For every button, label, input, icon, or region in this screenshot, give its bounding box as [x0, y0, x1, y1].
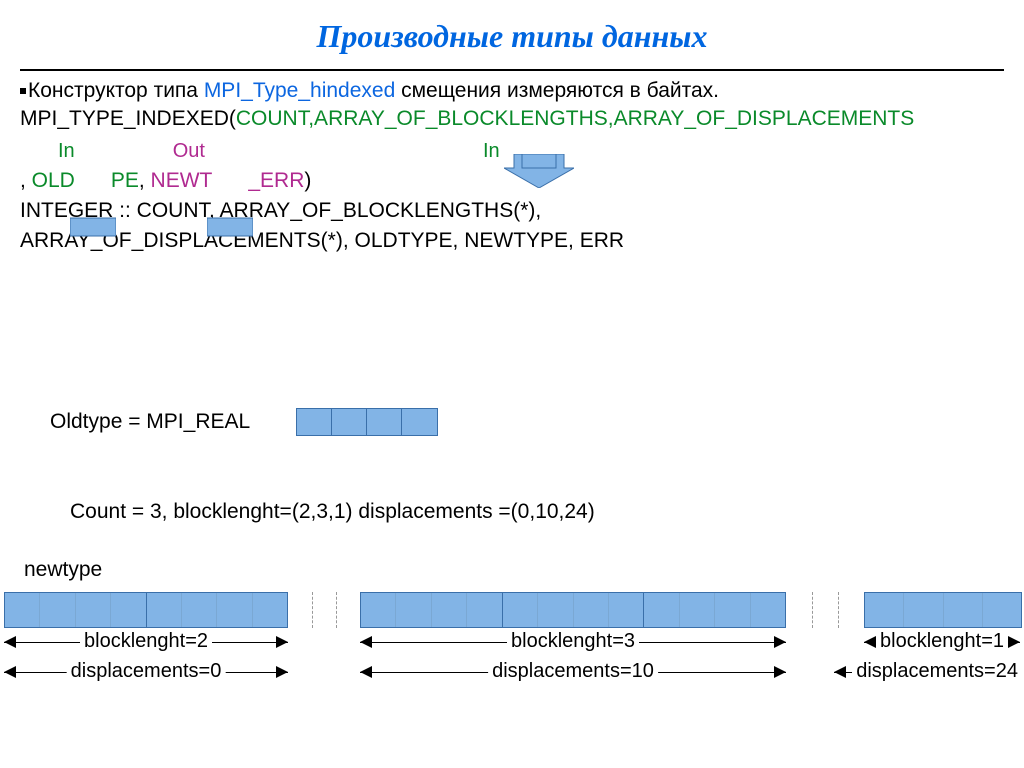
dim-label: blocklenght=3	[507, 630, 639, 653]
text: смещения измеряются в байтах.	[395, 79, 719, 102]
arg-oldtype-b: PE	[111, 169, 139, 192]
dim-label: displacements=10	[488, 660, 658, 683]
dim-bl1: blocklenght=3	[360, 632, 786, 654]
line-3: INTEGER :: COUNT, ARRAY_OF_BLOCKLENGTHS(…	[20, 197, 1004, 225]
arg-oldtype-a: OLD	[32, 169, 75, 192]
line-4: ARRAY_OF_DISPLACEMENTS(*), OLDTYPE, NEWT…	[20, 227, 1004, 255]
newtype-strip	[4, 592, 1020, 628]
args: COUNT,ARRAY_OF_BLOCKLENGTHS,ARRAY_OF_DIS…	[236, 107, 914, 130]
arrow-marker-icon	[207, 216, 253, 244]
line-1: Конструктор типа MPI_Type_hindexed смеще…	[20, 77, 1004, 105]
dim-label: displacements=24	[852, 660, 1022, 683]
dim-d0: displacements=0	[4, 662, 288, 684]
annot-in: In	[58, 138, 75, 165]
block-1	[360, 592, 786, 628]
dim-d1: displacements=10	[360, 662, 786, 684]
dim-label: blocklenght=1	[876, 630, 1008, 653]
oldtype-cells	[296, 408, 438, 436]
dim-label: displacements=0	[67, 660, 226, 683]
arrow-down-icon	[504, 154, 574, 194]
dashed-sep-icon	[312, 592, 313, 628]
block-0	[4, 592, 288, 628]
dim-bl2: blocklenght=1	[864, 632, 1020, 654]
text: ,	[20, 169, 32, 192]
block-2	[864, 592, 1022, 628]
signature-line: MPI_TYPE_INDEXED(COUNT,ARRAY_OF_BLOCKLEN…	[20, 105, 1004, 133]
mpi-func-name: MPI_Type_hindexed	[204, 79, 395, 102]
page-title: Производные типы данных	[0, 0, 1024, 55]
params-label: Count = 3, blocklenght=(2,3,1) displacem…	[70, 500, 595, 524]
annot-in2: In	[483, 138, 500, 165]
dashed-sep-icon	[812, 592, 813, 628]
text: Конструктор типа	[28, 79, 204, 102]
dim-d2: displacements=24	[834, 662, 1022, 684]
dashed-sep-icon	[838, 592, 839, 628]
arg-newtype-a: NEWT	[151, 169, 213, 192]
text: MPI_TYPE_INDEXED(	[20, 107, 236, 130]
oldtype-label: Oldtype = MPI_REAL	[50, 410, 250, 434]
annot-out: Out	[173, 138, 205, 165]
bullet-icon	[20, 88, 26, 94]
dim-bl0: blocklenght=2	[4, 632, 288, 654]
dim-label: blocklenght=2	[80, 630, 212, 653]
text: ,	[139, 169, 151, 192]
arg-newtype-b: _ERR	[248, 169, 304, 192]
newtype-label: newtype	[24, 558, 102, 582]
dashed-sep-icon	[336, 592, 337, 628]
text: )	[304, 169, 311, 192]
arrow-marker-icon	[70, 216, 116, 244]
oldtype-row: Oldtype = MPI_REAL	[50, 408, 438, 436]
